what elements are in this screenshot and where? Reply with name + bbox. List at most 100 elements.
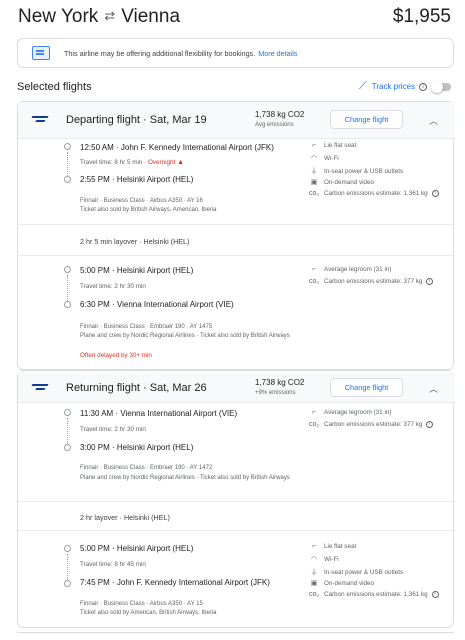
info-icon[interactable]: i [426,278,434,285]
banner-text: This airline may be offering additional … [64,48,256,58]
chevron-up-icon[interactable]: ︿ [429,382,438,395]
departing-co2: 1,738 kg CO2 [255,110,305,119]
layover-text: 2 hr layover · Helsinki (HEL) [80,513,170,522]
departing-change-flight-button[interactable]: Change flight [330,110,403,129]
layover-row: 2 hr layover · Helsinki (HEL) [18,501,455,531]
amenity-wifi: ◠ Wi-Fi [310,555,339,564]
amenity-power: ⏚ In-seat power & USB outlets [310,568,404,577]
returning-co2-sub: +9% emissions [255,390,296,396]
amenity-legroom: ⌐ Average legroom (31 in) [309,266,391,273]
returning-flight-card: Returning flight · Sat, Mar 26 1,738 kg … [17,370,455,628]
swap-icon: ⇄ [104,8,116,23]
returning-title: Returning flight · Sat, Mar 26 [66,382,207,394]
video-icon: ▣ [310,580,318,587]
legroom-icon: ⌐ [311,266,317,273]
flight-info: Finnair · Business Class · Airbus A350 ·… [80,198,203,204]
amenity-emissions: co₂ Carbon emissions estimate: 1,361 kg i [309,190,439,197]
route-line [67,418,68,444]
video-icon: ▣ [310,179,318,186]
warning-icon: ▲ [177,159,184,166]
info-icon[interactable]: i [431,591,439,598]
seat-icon: ⌐ [311,142,317,149]
seat-icon: ⌐ [311,543,317,550]
departing-header[interactable]: Departing flight · Sat, Mar 19 1,738 kg … [18,102,455,139]
departure-dot [64,143,71,150]
amenity-seat: ⌐ Lie flat seat [309,543,356,550]
chevron-up-icon[interactable]: ︿ [429,114,438,127]
wifi-icon: ◠ [310,556,318,563]
segment-arrival: 3:00 PM · Helsinki Airport (HEL) [80,443,194,452]
arrival-dot [64,444,71,451]
track-prices-toggle[interactable] [431,80,451,93]
delay-warning: Often delayed by 30+ min [80,352,152,359]
route-line [67,275,68,301]
info-icon[interactable]: i [426,421,434,428]
airline-logo-icon [32,113,48,123]
more-details-link[interactable]: More details [258,49,297,58]
departure-dot [64,266,71,273]
segment-arrival: 7:45 PM · John F. Kennedy International … [80,578,270,587]
segment-arrival: 2:55 PM · Helsinki Airport (HEL) [80,175,194,184]
layover-row: 2 hr 5 min layover · Helsinki (HEL) [18,224,455,256]
travel-time: Travel time: 8 hr 5 min · Overnight ▲ [80,159,184,166]
segment-arrival: 6:30 PM · Vienna International Airport (… [80,300,234,309]
amenity-power: ⏚ In-seat power & USB outlets [310,167,404,176]
departing-title: Departing flight · Sat, Mar 19 [66,114,207,126]
next-section-edge [17,632,454,640]
amenity-seat: ⌐ Lie flat seat [309,142,356,149]
travel-time: Travel time: 2 hr 30 min [80,283,146,290]
arrival-dot [64,301,71,308]
travel-time-text: Travel time: 8 hr 5 min · [80,159,147,166]
info-icon[interactable]: i [431,190,439,197]
legroom-icon: ⌐ [311,409,317,416]
layover-text: 2 hr 5 min layover · Helsinki (HEL) [80,237,190,246]
route-line [67,554,68,580]
flight-info: Finnair · Business Class · Airbus A350 ·… [80,601,203,607]
arrival-dot [64,580,71,587]
returning-change-flight-button[interactable]: Change flight [330,378,403,397]
selected-flights-heading: Selected flights [17,81,92,93]
flight-info: Finnair · Business Class · Embraer 190 ·… [80,465,213,471]
destination-city: Vienna [121,6,181,27]
co2-icon: co₂ [309,278,320,285]
amenity-emissions: co₂ Carbon emissions estimate: 377 kg i [309,421,434,428]
route-line [67,152,68,176]
co2-icon: co₂ [309,421,320,428]
amenity-wifi: ◠ Wi-Fi [310,154,339,163]
wifi-icon: ◠ [310,155,318,162]
amenity-video: ▣ On-demand video [310,178,375,187]
departure-dot [64,409,71,416]
ticket-sold-by: Plane and crew by Nordic Regional Airlin… [80,333,290,339]
route-title: New York ⇄ Vienna [18,6,180,28]
segment-departure: 5:00 PM · Helsinki Airport (HEL) [80,266,194,275]
segment-departure: 12:50 AM · John F. Kennedy International… [80,143,274,152]
track-prices[interactable]: ⟋ Track prices i [359,80,451,93]
flight-info: Finnair · Business Class · Embraer 190 ·… [80,324,213,330]
total-price: $1,955 [392,6,451,27]
trip-header: New York ⇄ Vienna $1,955 [0,4,465,30]
power-icon: ⏚ [310,569,318,576]
departure-dot [64,545,71,552]
overnight-label: Overnight [148,159,176,166]
travel-time: Travel time: 8 hr 45 min [80,561,146,568]
arrival-dot [64,176,71,183]
airline-logo-icon [32,381,48,391]
travel-time: Travel time: 2 hr 30 min [80,426,146,433]
returning-header[interactable]: Returning flight · Sat, Mar 26 1,738 kg … [18,371,455,403]
origin-city: New York [18,6,99,27]
segment-departure: 5:00 PM · Helsinki Airport (HEL) [80,544,194,553]
segment-departure: 11:30 AM · Vienna International Airport … [80,409,238,418]
amenity-emissions: co₂ Carbon emissions estimate: 377 kg i [309,278,434,285]
trend-icon: ⟋ [359,80,367,92]
co2-icon: co₂ [309,591,320,598]
ticket-sold-by: Ticket also sold by American, British Ai… [80,610,217,616]
flexibility-banner: This airline may be offering additional … [17,38,454,68]
flexible-booking-icon [32,46,50,60]
co2-icon: co₂ [309,190,320,197]
power-icon: ⏚ [310,168,318,175]
amenity-video: ▣ On-demand video [310,579,375,588]
returning-co2: 1,738 kg CO2 [255,378,305,387]
info-icon[interactable]: i [419,82,427,91]
ticket-sold-by: Ticket also sold by British Airways, Ame… [80,207,217,213]
departing-flight-card: Departing flight · Sat, Mar 19 1,738 kg … [17,101,455,370]
